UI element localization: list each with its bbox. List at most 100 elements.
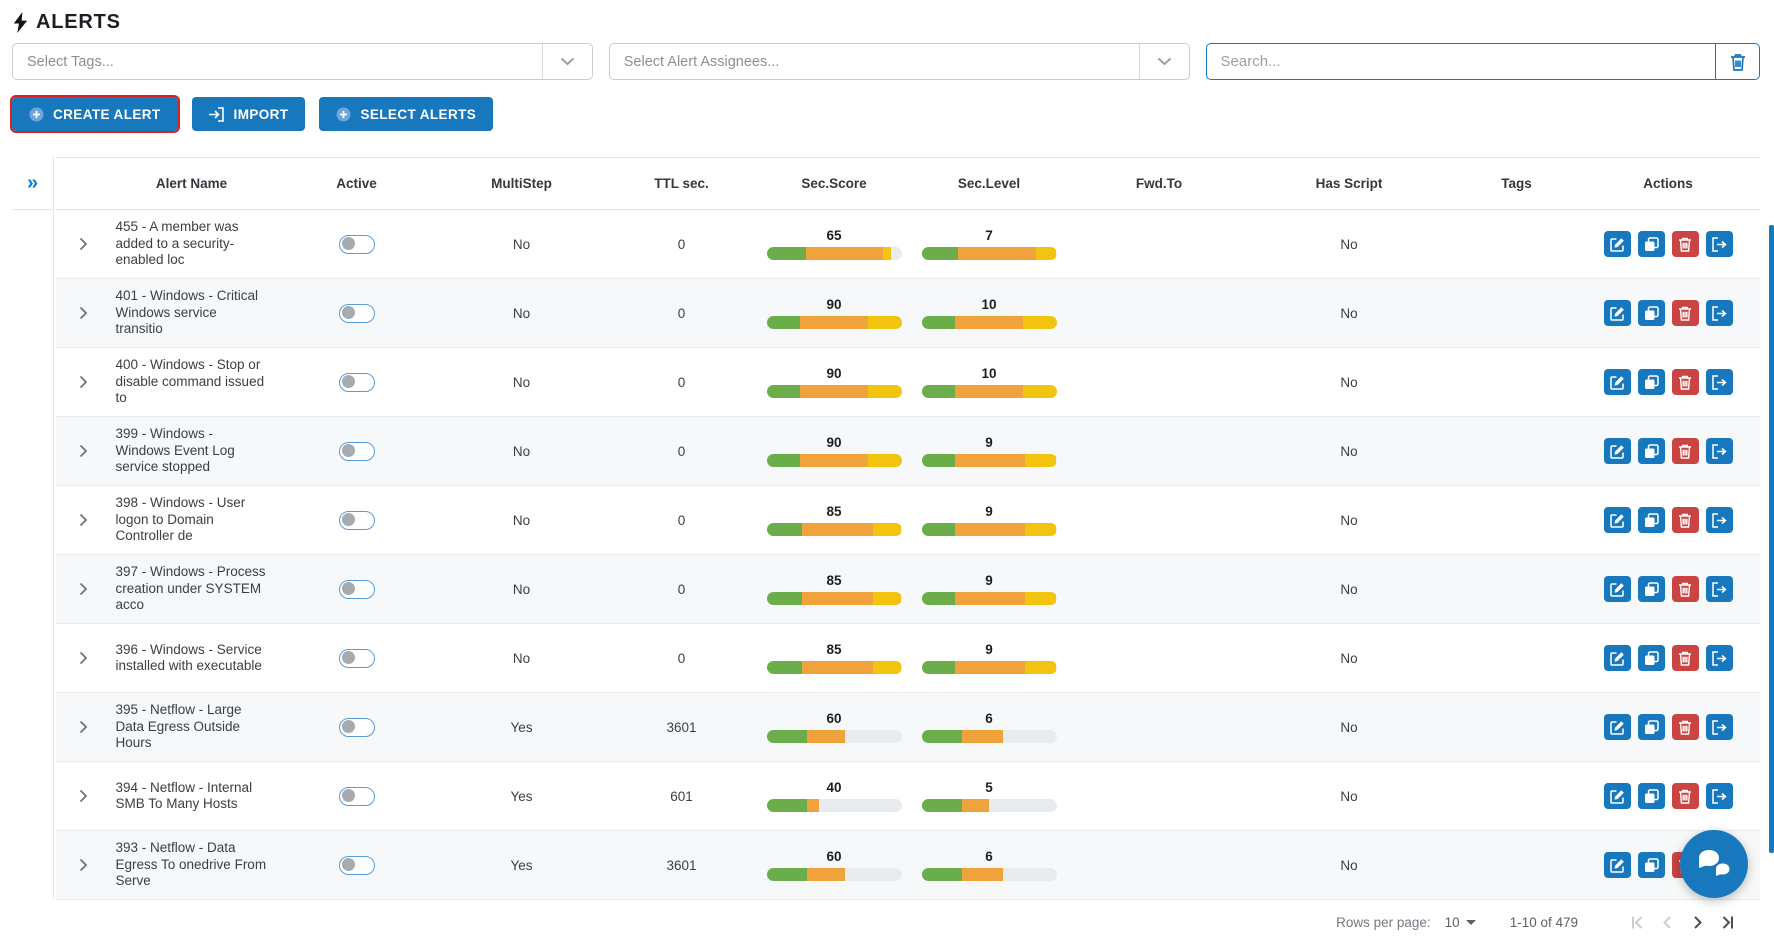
- expand-row-icon[interactable]: [76, 375, 90, 389]
- copy-icon: [1644, 651, 1659, 666]
- edit-alert-button[interactable]: [1604, 576, 1631, 602]
- delete-alert-button[interactable]: [1672, 369, 1699, 395]
- expand-row-icon[interactable]: [76, 582, 90, 596]
- edit-alert-button[interactable]: [1604, 714, 1631, 740]
- sec-score-gauge: 90: [767, 435, 902, 467]
- delete-alert-button[interactable]: [1672, 783, 1699, 809]
- active-toggle[interactable]: [339, 649, 375, 668]
- previous-page-button[interactable]: [1652, 907, 1682, 937]
- trash-icon: [1678, 582, 1692, 597]
- sec-level-value: 6: [985, 849, 993, 864]
- clear-search-button[interactable]: [1715, 44, 1759, 79]
- duplicate-alert-button[interactable]: [1638, 300, 1665, 326]
- export-alert-button[interactable]: [1706, 783, 1733, 809]
- export-alert-button[interactable]: [1706, 576, 1733, 602]
- active-toggle[interactable]: [339, 235, 375, 254]
- export-alert-button[interactable]: [1706, 300, 1733, 326]
- edit-icon: [1610, 444, 1625, 459]
- expand-sidebar-button[interactable]: »: [12, 157, 53, 210]
- sec-level-gauge: 10: [922, 366, 1057, 398]
- edit-alert-button[interactable]: [1604, 783, 1631, 809]
- assignees-select-caret[interactable]: [1139, 44, 1189, 79]
- delete-alert-button[interactable]: [1672, 576, 1699, 602]
- delete-alert-button[interactable]: [1672, 507, 1699, 533]
- ttl-cell: 0: [604, 513, 759, 528]
- trash-icon: [1678, 513, 1692, 528]
- multistep-cell: Yes: [439, 858, 604, 873]
- expand-row-icon[interactable]: [76, 306, 90, 320]
- active-toggle[interactable]: [339, 442, 375, 461]
- delete-alert-button[interactable]: [1672, 300, 1699, 326]
- active-toggle[interactable]: [339, 856, 375, 875]
- duplicate-alert-button[interactable]: [1638, 645, 1665, 671]
- create-alert-label: CREATE ALERT: [53, 107, 161, 122]
- rows-per-page-select[interactable]: 10: [1445, 915, 1476, 930]
- ttl-cell: 0: [604, 444, 759, 459]
- active-toggle[interactable]: [339, 580, 375, 599]
- edit-alert-button[interactable]: [1604, 507, 1631, 533]
- export-alert-button[interactable]: [1706, 714, 1733, 740]
- action-buttons: [1604, 714, 1733, 740]
- edit-alert-button[interactable]: [1604, 438, 1631, 464]
- active-toggle[interactable]: [339, 511, 375, 530]
- duplicate-alert-button[interactable]: [1638, 783, 1665, 809]
- delete-alert-button[interactable]: [1672, 438, 1699, 464]
- active-toggle[interactable]: [339, 718, 375, 737]
- sec-score-gauge: 60: [767, 711, 902, 743]
- duplicate-alert-button[interactable]: [1638, 507, 1665, 533]
- ttl-cell: 0: [604, 237, 759, 252]
- duplicate-alert-button[interactable]: [1638, 714, 1665, 740]
- delete-alert-button[interactable]: [1672, 714, 1699, 740]
- tags-select[interactable]: Select Tags...: [12, 43, 593, 80]
- duplicate-alert-button[interactable]: [1638, 438, 1665, 464]
- edit-alert-button[interactable]: [1604, 852, 1631, 878]
- sec-score-value: 60: [826, 849, 841, 864]
- export-alert-button[interactable]: [1706, 645, 1733, 671]
- toolbar: CREATE ALERT IMPORT SELECT ALERTS: [12, 97, 1760, 131]
- scrollbar-thumb[interactable]: [1769, 225, 1774, 853]
- tags-select-caret[interactable]: [542, 44, 592, 79]
- active-toggle[interactable]: [339, 787, 375, 806]
- edit-alert-button[interactable]: [1604, 231, 1631, 257]
- delete-alert-button[interactable]: [1672, 231, 1699, 257]
- export-alert-button[interactable]: [1706, 438, 1733, 464]
- delete-alert-button[interactable]: [1672, 645, 1699, 671]
- duplicate-alert-button[interactable]: [1638, 576, 1665, 602]
- duplicate-alert-button[interactable]: [1638, 852, 1665, 878]
- export-alert-button[interactable]: [1706, 231, 1733, 257]
- multistep-cell: No: [439, 651, 604, 666]
- expand-row-icon[interactable]: [76, 720, 90, 734]
- next-page-button[interactable]: [1682, 907, 1712, 937]
- expand-row-cell: [56, 306, 109, 320]
- search-input[interactable]: [1207, 53, 1715, 70]
- expand-row-cell: [56, 582, 109, 596]
- expand-row-icon[interactable]: [76, 237, 90, 251]
- expand-row-icon[interactable]: [76, 789, 90, 803]
- active-toggle[interactable]: [339, 304, 375, 323]
- expand-row-icon[interactable]: [76, 858, 90, 872]
- edit-alert-button[interactable]: [1604, 300, 1631, 326]
- create-alert-button[interactable]: CREATE ALERT: [12, 97, 178, 131]
- assignees-select[interactable]: Select Alert Assignees...: [609, 43, 1190, 80]
- expand-row-icon[interactable]: [76, 513, 90, 527]
- column-header-actions: Actions: [1584, 176, 1752, 191]
- active-toggle[interactable]: [339, 373, 375, 392]
- sec-score-bar: [767, 868, 902, 881]
- multistep-cell: No: [439, 375, 604, 390]
- select-alerts-button[interactable]: SELECT ALERTS: [319, 97, 493, 131]
- first-page-button[interactable]: [1622, 907, 1652, 937]
- sec-level-gauge: 9: [922, 642, 1057, 674]
- last-page-button[interactable]: [1712, 907, 1742, 937]
- edit-alert-button[interactable]: [1604, 645, 1631, 671]
- edit-alert-button[interactable]: [1604, 369, 1631, 395]
- sec-score-cell: 85: [759, 573, 909, 605]
- export-alert-button[interactable]: [1706, 507, 1733, 533]
- duplicate-alert-button[interactable]: [1638, 231, 1665, 257]
- duplicate-alert-button[interactable]: [1638, 369, 1665, 395]
- expand-row-icon[interactable]: [76, 444, 90, 458]
- export-alert-button[interactable]: [1706, 369, 1733, 395]
- expand-row-icon[interactable]: [76, 651, 90, 665]
- copy-icon: [1644, 720, 1659, 735]
- chat-button[interactable]: [1680, 830, 1748, 898]
- import-button[interactable]: IMPORT: [192, 97, 306, 131]
